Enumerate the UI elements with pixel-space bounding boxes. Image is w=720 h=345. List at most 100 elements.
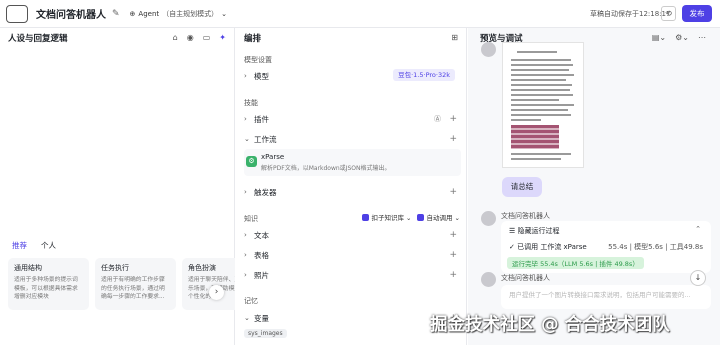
knowledge-section-label: 知识 bbox=[244, 215, 258, 223]
template-icon[interactable]: ⌂ bbox=[173, 33, 178, 42]
workflow-icon: ⚙ bbox=[246, 156, 257, 167]
card-title: 通用结构 bbox=[14, 264, 42, 272]
layout-icon[interactable]: ▭ bbox=[203, 33, 211, 42]
chevron-up-icon[interactable]: ⌃ bbox=[695, 225, 701, 233]
plugin-label: 插件 bbox=[254, 114, 269, 124]
table-label: 表格 bbox=[254, 250, 269, 260]
text-kb-row[interactable]: › 文本 + bbox=[244, 228, 461, 242]
chevron-right-icon: › bbox=[244, 72, 247, 80]
model-section-label: 模型设置 bbox=[244, 56, 272, 64]
chevron-right-icon: › bbox=[244, 231, 247, 239]
chevron-right-icon: › bbox=[244, 251, 247, 259]
chevron-right-icon: › bbox=[244, 115, 247, 123]
card-title: 任务执行 bbox=[101, 264, 129, 272]
add-icon[interactable]: + bbox=[449, 270, 457, 280]
chevron-down-icon: ⌄ bbox=[244, 135, 250, 143]
workflow-row[interactable]: ⌄ 工作流 + bbox=[244, 132, 461, 146]
workflow-name: xParse bbox=[261, 153, 285, 161]
variable-label: 变量 bbox=[254, 313, 269, 323]
variable-row[interactable]: ⌄ 变量 + bbox=[244, 311, 461, 325]
hide-process-label: 隐藏运行过程 bbox=[517, 227, 560, 235]
workflow-desc: 解析PDF文档，以Markdown或JSON格式输出。 bbox=[261, 165, 391, 172]
called-workflow-label: 已调用 工作流 xParse bbox=[517, 243, 587, 251]
preview-toolbar: ▤⌄ ⚙⌄ ⋯ bbox=[652, 33, 706, 42]
template-card[interactable]: 通用结构 适用于多种场景的提示词模板，可以根据具体需求增删对应模块 bbox=[8, 258, 89, 310]
settings-icon[interactable]: ⚙⌄ bbox=[675, 33, 689, 42]
add-icon[interactable]: + bbox=[449, 134, 457, 144]
watermark: 掘金技术社区 @ 合合技术团队 bbox=[430, 315, 670, 335]
agent-mode-selector[interactable]: ⊕ Agent （自主规划模式） ⌄ bbox=[130, 9, 227, 19]
called-workflow: ✓ 已调用 工作流 xParse bbox=[509, 242, 587, 252]
more-icon[interactable]: ⋯ bbox=[698, 33, 706, 42]
card-desc: 适用于多种场景的提示词模板，可以根据具体需求增删对应模块 bbox=[14, 277, 78, 300]
plugin-row[interactable]: › 插件 Ⓐ + bbox=[244, 112, 461, 126]
card-desc: 适用于有明确的工作步骤的任务执行场景，通过明确每一步骤的工作要求... bbox=[101, 277, 165, 300]
tip-icon[interactable]: ◉ bbox=[187, 33, 194, 42]
bot-reply-text: 用户提供了一个图片转换接口需求说明，包括用户可能需要的... bbox=[509, 291, 691, 299]
agent-icon: ⊕ bbox=[129, 9, 136, 18]
add-icon[interactable]: + bbox=[449, 114, 457, 124]
orchestration-heading: 编排 bbox=[244, 34, 262, 44]
workflow-item-xparse[interactable]: ⚙ xParse 解析PDF文档，以Markdown或JSON格式输出。 bbox=[244, 149, 461, 176]
add-icon[interactable]: + bbox=[449, 230, 457, 240]
app-title: 文档问答机器人 bbox=[36, 10, 106, 21]
prompt-tabs: 推荐 个人 bbox=[12, 240, 56, 251]
chevron-down-icon: ⌄ bbox=[244, 314, 250, 322]
orchestration-panel: 编排 ⊞ 模型设置 › 模型 豆包·1.5·Pro·32k 技能 › 插件 Ⓐ … bbox=[236, 28, 467, 345]
photo-label: 照片 bbox=[254, 270, 269, 280]
scroll-down-icon[interactable]: ↓ bbox=[690, 270, 706, 286]
model-label: 模型 bbox=[254, 71, 269, 81]
add-icon[interactable]: + bbox=[449, 250, 457, 260]
layout-icon[interactable]: ⊞ bbox=[451, 33, 458, 42]
auto-add-icon[interactable]: Ⓐ bbox=[434, 114, 441, 124]
view-mode-icon[interactable]: ▤⌄ bbox=[652, 33, 666, 42]
agent-mode: （自主规划模式） bbox=[162, 9, 219, 18]
kb-call-mode-selector[interactable]: 自动调用 ⌄ bbox=[417, 212, 460, 222]
autosave-status: 草稿自动保存于12:18:17 bbox=[590, 10, 671, 18]
trigger-row[interactable]: › 触发器 + bbox=[244, 185, 461, 199]
bot-reply: 用户提供了一个图片转换接口需求说明，包括用户可能需要的... bbox=[501, 285, 711, 309]
publish-button[interactable]: 发布 bbox=[682, 5, 712, 22]
edit-icon[interactable]: ✎ bbox=[112, 9, 120, 19]
kb-source-selector[interactable]: 扣子知识库 ⌄ bbox=[362, 212, 411, 222]
bot-avatar bbox=[481, 272, 496, 287]
bot-avatar-icon bbox=[6, 4, 28, 23]
document-table bbox=[511, 125, 559, 149]
trigger-label: 触发器 bbox=[254, 187, 277, 197]
user-avatar bbox=[481, 42, 496, 57]
uploaded-document-image[interactable] bbox=[502, 42, 584, 168]
kb-source-label: 扣子知识库 bbox=[371, 214, 404, 222]
bot-name: 文档问答机器人 bbox=[501, 274, 550, 282]
optimize-icon[interactable]: ✦ bbox=[219, 33, 226, 42]
memory-section-label: 记忆 bbox=[244, 297, 258, 305]
model-row[interactable]: › 模型 豆包·1.5·Pro·32k bbox=[244, 69, 461, 83]
kb-call-label: 自动调用 bbox=[426, 214, 453, 222]
persona-toolbar: ⌂ ◉ ▭ ✦ bbox=[173, 33, 226, 42]
tab-personal[interactable]: 个人 bbox=[41, 240, 56, 251]
call-stats: 55.4s | 模型5.6s | 工具49.8s bbox=[608, 243, 703, 251]
tab-recommended[interactable]: 推荐 bbox=[12, 240, 27, 251]
table-kb-row[interactable]: › 表格 + bbox=[244, 248, 461, 262]
photo-kb-row[interactable]: › 照片 + bbox=[244, 268, 461, 282]
chevron-down-icon: ⌄ bbox=[221, 9, 228, 18]
bot-name: 文档问答机器人 bbox=[501, 212, 550, 220]
add-icon[interactable]: + bbox=[449, 187, 457, 197]
run-process-card: ☰ 隐藏运行过程 ⌃ ✓ 已调用 工作流 xParse 55.4s | 模型5.… bbox=[501, 221, 711, 273]
history-button[interactable]: ⟲ bbox=[661, 6, 676, 21]
bot-avatar bbox=[481, 211, 496, 226]
run-complete-badge: 运行完毕 55.4s（LLM 5.6s | 插件 49.8s） bbox=[507, 257, 644, 269]
list-icon: ☰ bbox=[509, 227, 518, 235]
chevron-right-icon: › bbox=[244, 188, 247, 196]
variable-tag: sys_images bbox=[244, 329, 287, 338]
card-title: 角色扮演 bbox=[188, 264, 216, 272]
template-card[interactable]: 任务执行 适用于有明确的工作步骤的任务执行场景，通过明确每一步骤的工作要求... bbox=[95, 258, 176, 310]
workflow-label: 工作流 bbox=[254, 134, 277, 144]
check-icon: ✓ bbox=[509, 243, 518, 251]
model-selector[interactable]: 豆包·1.5·Pro·32k bbox=[393, 69, 455, 81]
template-card[interactable]: 角色扮演 适用于聊天陪伴、互动娱乐场景，可帮助模型塑造个性化的... bbox=[182, 258, 235, 310]
skills-section-label: 技能 bbox=[244, 99, 258, 107]
knowledge-options: 扣子知识库 ⌄ 自动调用 ⌄ bbox=[362, 212, 460, 222]
template-cards: 通用结构 适用于多种场景的提示词模板，可以根据具体需求增删对应模块 任务执行 适… bbox=[8, 258, 235, 310]
hide-process-toggle[interactable]: ☰ 隐藏运行过程 bbox=[509, 226, 560, 236]
chevron-right-icon[interactable]: › bbox=[209, 285, 224, 300]
